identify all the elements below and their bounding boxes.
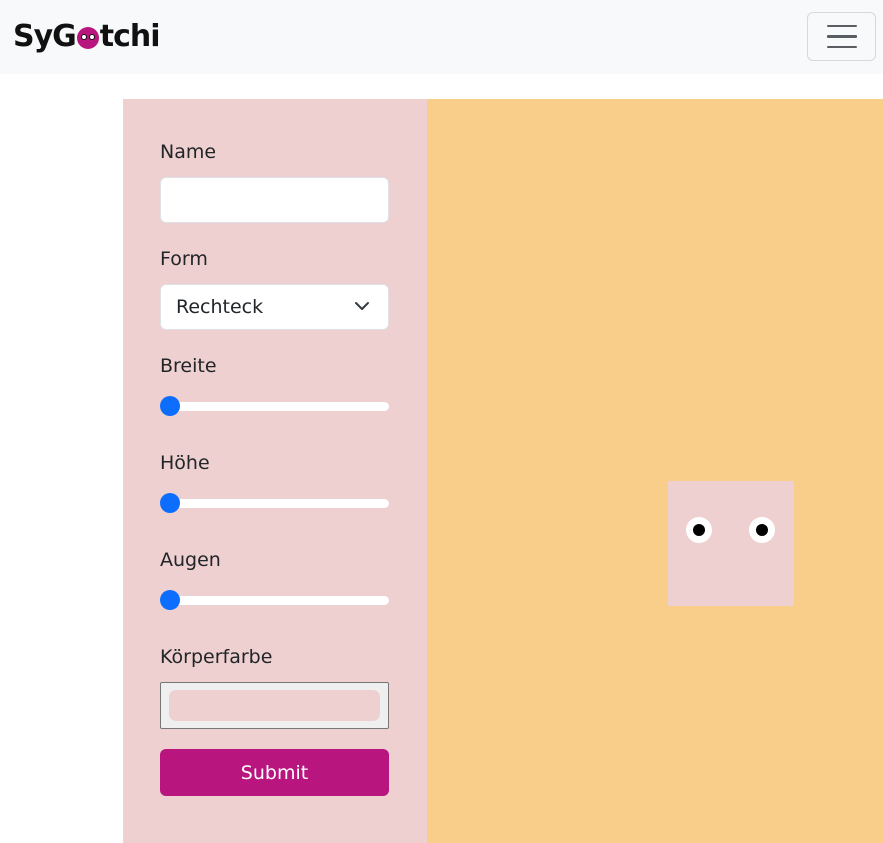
brand-logo[interactable]: SyG tchi [13,14,161,58]
body-color-picker[interactable] [160,682,389,729]
brand-suffix: tchi [99,18,161,54]
width-label: Breite [160,355,217,377]
eyes-label: Augen [160,549,221,571]
width-slider[interactable] [160,396,389,416]
pet-body [668,481,794,606]
pet-form: Name Form Rechteck Breite Höhe Augen Kör… [123,99,427,843]
height-label: Höhe [160,452,210,474]
brand-face-icon [76,27,99,49]
name-input[interactable] [160,177,389,223]
height-slider-thumb[interactable] [160,493,180,513]
menu-toggle-button[interactable] [807,12,876,61]
eyes-slider[interactable] [160,590,389,610]
hamburger-icon [826,24,857,28]
chevron-down-icon [355,302,369,310]
shape-select-value: Rechteck [176,296,264,318]
brand-prefix: SyG [13,18,77,54]
name-label: Name [160,141,217,163]
eyes-slider-track [160,596,389,605]
shape-select[interactable]: Rechteck [160,284,389,330]
submit-button[interactable]: Submit [160,749,389,796]
eyes-slider-thumb[interactable] [160,590,180,610]
pet-pupil [756,524,768,536]
pet-eye-right [749,517,775,543]
height-slider[interactable] [160,493,389,513]
color-label: Körperfarbe [160,646,273,668]
height-slider-track [160,499,389,508]
width-slider-thumb[interactable] [160,396,180,416]
navbar: SyG tchi [0,0,883,74]
shape-label: Form [160,248,208,270]
pet-eye-left [686,517,712,543]
pet-pupil [693,524,705,536]
pet-stage [427,99,883,843]
color-swatch [169,690,380,721]
width-slider-track [160,402,389,411]
